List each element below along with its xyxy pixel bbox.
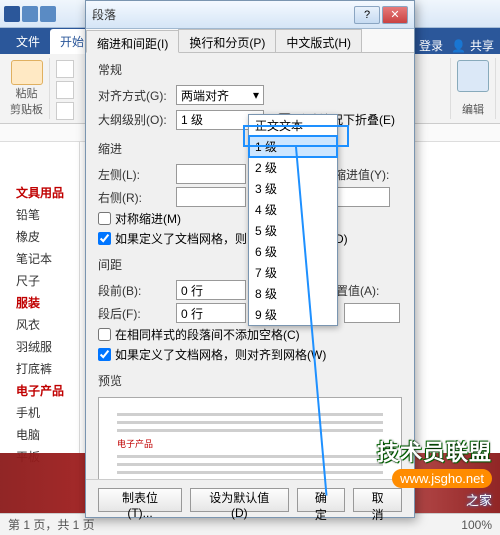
no-space-same-style-checkbox[interactable] bbox=[98, 328, 111, 341]
nav-item[interactable]: 打底裤 bbox=[16, 358, 71, 380]
tab-line-page[interactable]: 换行和分页(P) bbox=[178, 29, 276, 52]
at-input[interactable] bbox=[344, 303, 400, 323]
zoom-level[interactable]: 100% bbox=[461, 518, 492, 532]
alignment-label: 对齐方式(G): bbox=[98, 87, 170, 104]
auto-right-indent-checkbox[interactable] bbox=[98, 232, 111, 245]
outline-level-label: 大纲级别(O): bbox=[98, 111, 170, 128]
indent-right-input[interactable] bbox=[176, 187, 246, 207]
nav-item[interactable]: 笔记本 bbox=[16, 248, 71, 270]
nav-item[interactable]: 服装 bbox=[16, 292, 71, 314]
nav-item[interactable]: 羽绒服 bbox=[16, 336, 71, 358]
cut-icon[interactable] bbox=[56, 60, 74, 78]
indent-left-input[interactable] bbox=[176, 164, 246, 184]
paste-button[interactable] bbox=[11, 60, 43, 85]
outline-option[interactable]: 3 级 bbox=[249, 178, 337, 199]
nav-item[interactable]: 铅笔 bbox=[16, 204, 71, 226]
tabs-button[interactable]: 制表位(T)... bbox=[98, 488, 182, 512]
save-icon[interactable] bbox=[22, 6, 38, 22]
space-after-input[interactable]: 0 行 bbox=[176, 303, 246, 323]
outline-option[interactable]: 5 级 bbox=[249, 220, 337, 241]
page-indicator: 第 1 页，共 1 页 bbox=[8, 516, 95, 533]
outline-option[interactable]: 4 级 bbox=[249, 199, 337, 220]
snap-to-grid-checkbox[interactable] bbox=[98, 348, 111, 361]
group-preview: 预览 bbox=[98, 372, 122, 389]
nav-item[interactable]: 手机 bbox=[16, 402, 71, 424]
nav-item[interactable]: 尺子 bbox=[16, 270, 71, 292]
nav-item[interactable]: 文具用品 bbox=[16, 182, 71, 204]
nav-item[interactable]: 电脑 bbox=[16, 424, 71, 446]
indent-by-input[interactable] bbox=[334, 187, 390, 207]
outline-level-dropdown: 正文文本 1 级 2 级 3 级 4 级 5 级 6 级 7 级 8 级 9 级 bbox=[248, 114, 338, 326]
mirror-indent-checkbox[interactable] bbox=[98, 212, 111, 225]
outline-option[interactable]: 7 级 bbox=[249, 262, 337, 283]
outline-option[interactable]: 1 级 bbox=[249, 136, 337, 157]
dialog-title: 段落 bbox=[92, 6, 116, 23]
indent-by-label: 缩进值(Y): bbox=[334, 166, 390, 183]
tab-indent-spacing[interactable]: 缩进和间距(I) bbox=[86, 30, 179, 53]
format-painter-icon[interactable] bbox=[56, 102, 74, 120]
indent-right-label: 右侧(R): bbox=[98, 189, 170, 206]
outline-option[interactable]: 正文文本 bbox=[249, 115, 337, 136]
alignment-select[interactable]: 两端对齐▾ bbox=[176, 85, 264, 105]
help-button[interactable]: ? bbox=[354, 6, 380, 24]
group-indent: 缩进 bbox=[98, 140, 122, 157]
login-button[interactable]: 登录 bbox=[419, 37, 443, 54]
outline-option[interactable]: 9 级 bbox=[249, 304, 337, 325]
outline-option[interactable]: 8 级 bbox=[249, 283, 337, 304]
group-general: 常规 bbox=[98, 61, 122, 78]
watermark: 技术员联盟 www.jsgho.net 之家 bbox=[377, 435, 492, 509]
nav-item[interactable]: 橡皮 bbox=[16, 226, 71, 248]
share-button[interactable]: 👤共享 bbox=[451, 37, 494, 54]
indent-left-label: 左侧(L): bbox=[98, 166, 170, 183]
tab-file[interactable]: 文件 bbox=[6, 29, 50, 54]
preview-box: 电子产品 bbox=[98, 397, 402, 479]
ok-button[interactable]: 确定 bbox=[297, 488, 346, 512]
space-before-label: 段前(B): bbox=[98, 282, 170, 299]
nav-item[interactable]: 风衣 bbox=[16, 314, 71, 336]
group-spacing: 间距 bbox=[98, 256, 122, 273]
paste-label: 粘贴 bbox=[16, 85, 38, 101]
copy-icon[interactable] bbox=[56, 81, 74, 99]
tab-cjk[interactable]: 中文版式(H) bbox=[275, 29, 362, 52]
set-default-button[interactable]: 设为默认值(D) bbox=[190, 488, 289, 512]
word-icon bbox=[4, 6, 20, 22]
undo-icon[interactable] bbox=[40, 6, 56, 22]
nav-item[interactable]: 电子产品 bbox=[16, 380, 71, 402]
close-button[interactable]: ✕ bbox=[382, 6, 408, 24]
space-after-label: 段后(F): bbox=[98, 305, 170, 322]
find-button[interactable] bbox=[457, 60, 489, 92]
space-before-input[interactable]: 0 行 bbox=[176, 280, 246, 300]
outline-option[interactable]: 2 级 bbox=[249, 157, 337, 178]
outline-option[interactable]: 6 级 bbox=[249, 241, 337, 262]
